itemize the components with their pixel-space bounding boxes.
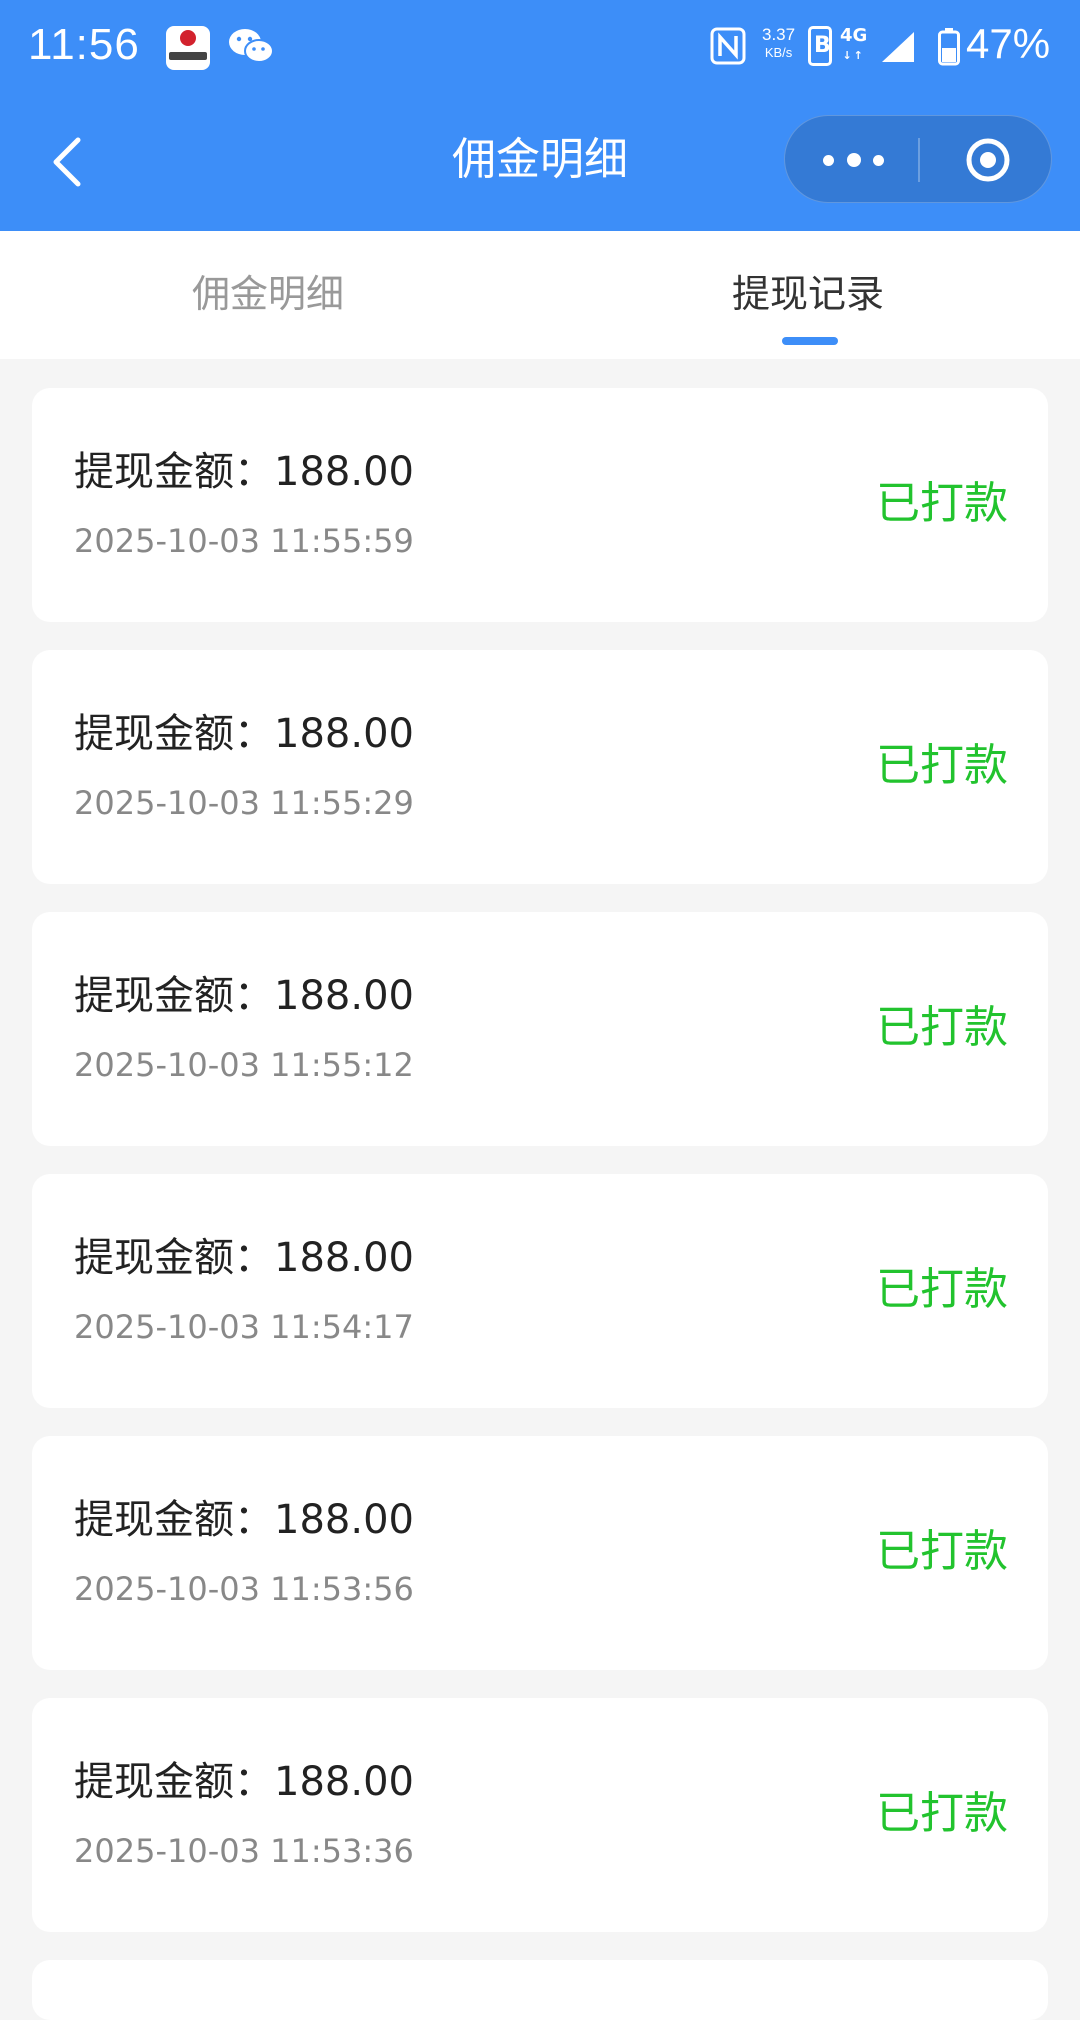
sim-icon: B [808,26,832,66]
list-item[interactable]: 提现金额：188.00 2025-10-03 11:55:12 已打款 [32,912,1048,1146]
app-notification-icon [166,26,210,70]
status-bar: 11:56 3.37 KB/s B 4G ↓↑ 47% [0,0,1080,96]
withdraw-time: 2025-10-03 11:53:36 [74,1832,414,1870]
top-bar: 11:56 3.37 KB/s B 4G ↓↑ 47% 佣金明细 [0,0,1080,231]
tab-withdraw-records[interactable]: 提现记录 [732,269,884,319]
withdraw-amount: 提现金额：188.00 [74,1497,414,1543]
withdraw-amount: 提现金额：188.00 [74,973,414,1019]
network-type: 4G ↓↑ [840,25,868,63]
tab-bar: 佣金明细 提现记录 [0,231,1080,359]
nfc-icon [710,27,746,65]
capsule-divider [918,138,920,182]
status-badge: 已打款 [876,1264,1008,1315]
withdraw-time: 2025-10-03 11:53:56 [74,1570,414,1608]
wechat-icon [229,29,274,63]
withdraw-time: 2025-10-03 11:55:12 [74,1046,414,1084]
speed-value: 3.37 [762,25,796,44]
network-speed: 3.37 KB/s [762,26,795,62]
active-tab-indicator [782,337,838,345]
status-time: 11:56 [28,20,140,69]
battery-icon [938,28,960,66]
withdraw-time: 2025-10-03 11:55:29 [74,784,414,822]
mini-program-capsule [784,115,1052,203]
list-item[interactable]: 提现金额：188.00 2025-10-03 11:55:59 已打款 [32,388,1048,622]
withdraw-amount: 提现金额：188.00 [74,1759,414,1805]
network-label: 4G [840,25,868,46]
status-badge: 已打款 [876,1526,1008,1577]
speed-unit: KB/s [764,45,793,60]
withdraw-time: 2025-10-03 11:54:17 [74,1308,414,1346]
withdraw-amount: 提现金额：188.00 [74,1235,414,1281]
withdraw-list: 提现金额：188.00 2025-10-03 11:55:59 已打款 提现金额… [32,388,1048,2020]
tab-commission-detail[interactable]: 佣金明细 [192,269,344,319]
withdraw-amount: 提现金额：188.00 [74,449,414,495]
withdraw-amount: 提现金额：188.00 [74,711,414,757]
more-dots-icon[interactable] [823,150,885,170]
list-item[interactable]: 提现金额：188.00 2025-10-03 11:54:17 已打款 [32,1174,1048,1408]
status-badge: 已打款 [876,740,1008,791]
list-item[interactable]: 提现金额：188.00 2025-10-03 11:53:56 已打款 [32,1436,1048,1670]
withdraw-time: 2025-10-03 11:55:59 [74,522,414,560]
list-item[interactable]: 提现金额：188.00 2025-10-03 11:55:29 已打款 [32,650,1048,884]
status-badge: 已打款 [876,1002,1008,1053]
list-item-partial[interactable] [32,1960,1048,2020]
status-badge: 已打款 [876,478,1008,529]
battery-percent: 47% [966,20,1051,67]
close-circle-icon[interactable] [965,137,1011,183]
list-item[interactable]: 提现金额：188.00 2025-10-03 11:53:36 已打款 [32,1698,1048,1932]
signal-icon [882,32,914,62]
status-badge: 已打款 [876,1788,1008,1839]
